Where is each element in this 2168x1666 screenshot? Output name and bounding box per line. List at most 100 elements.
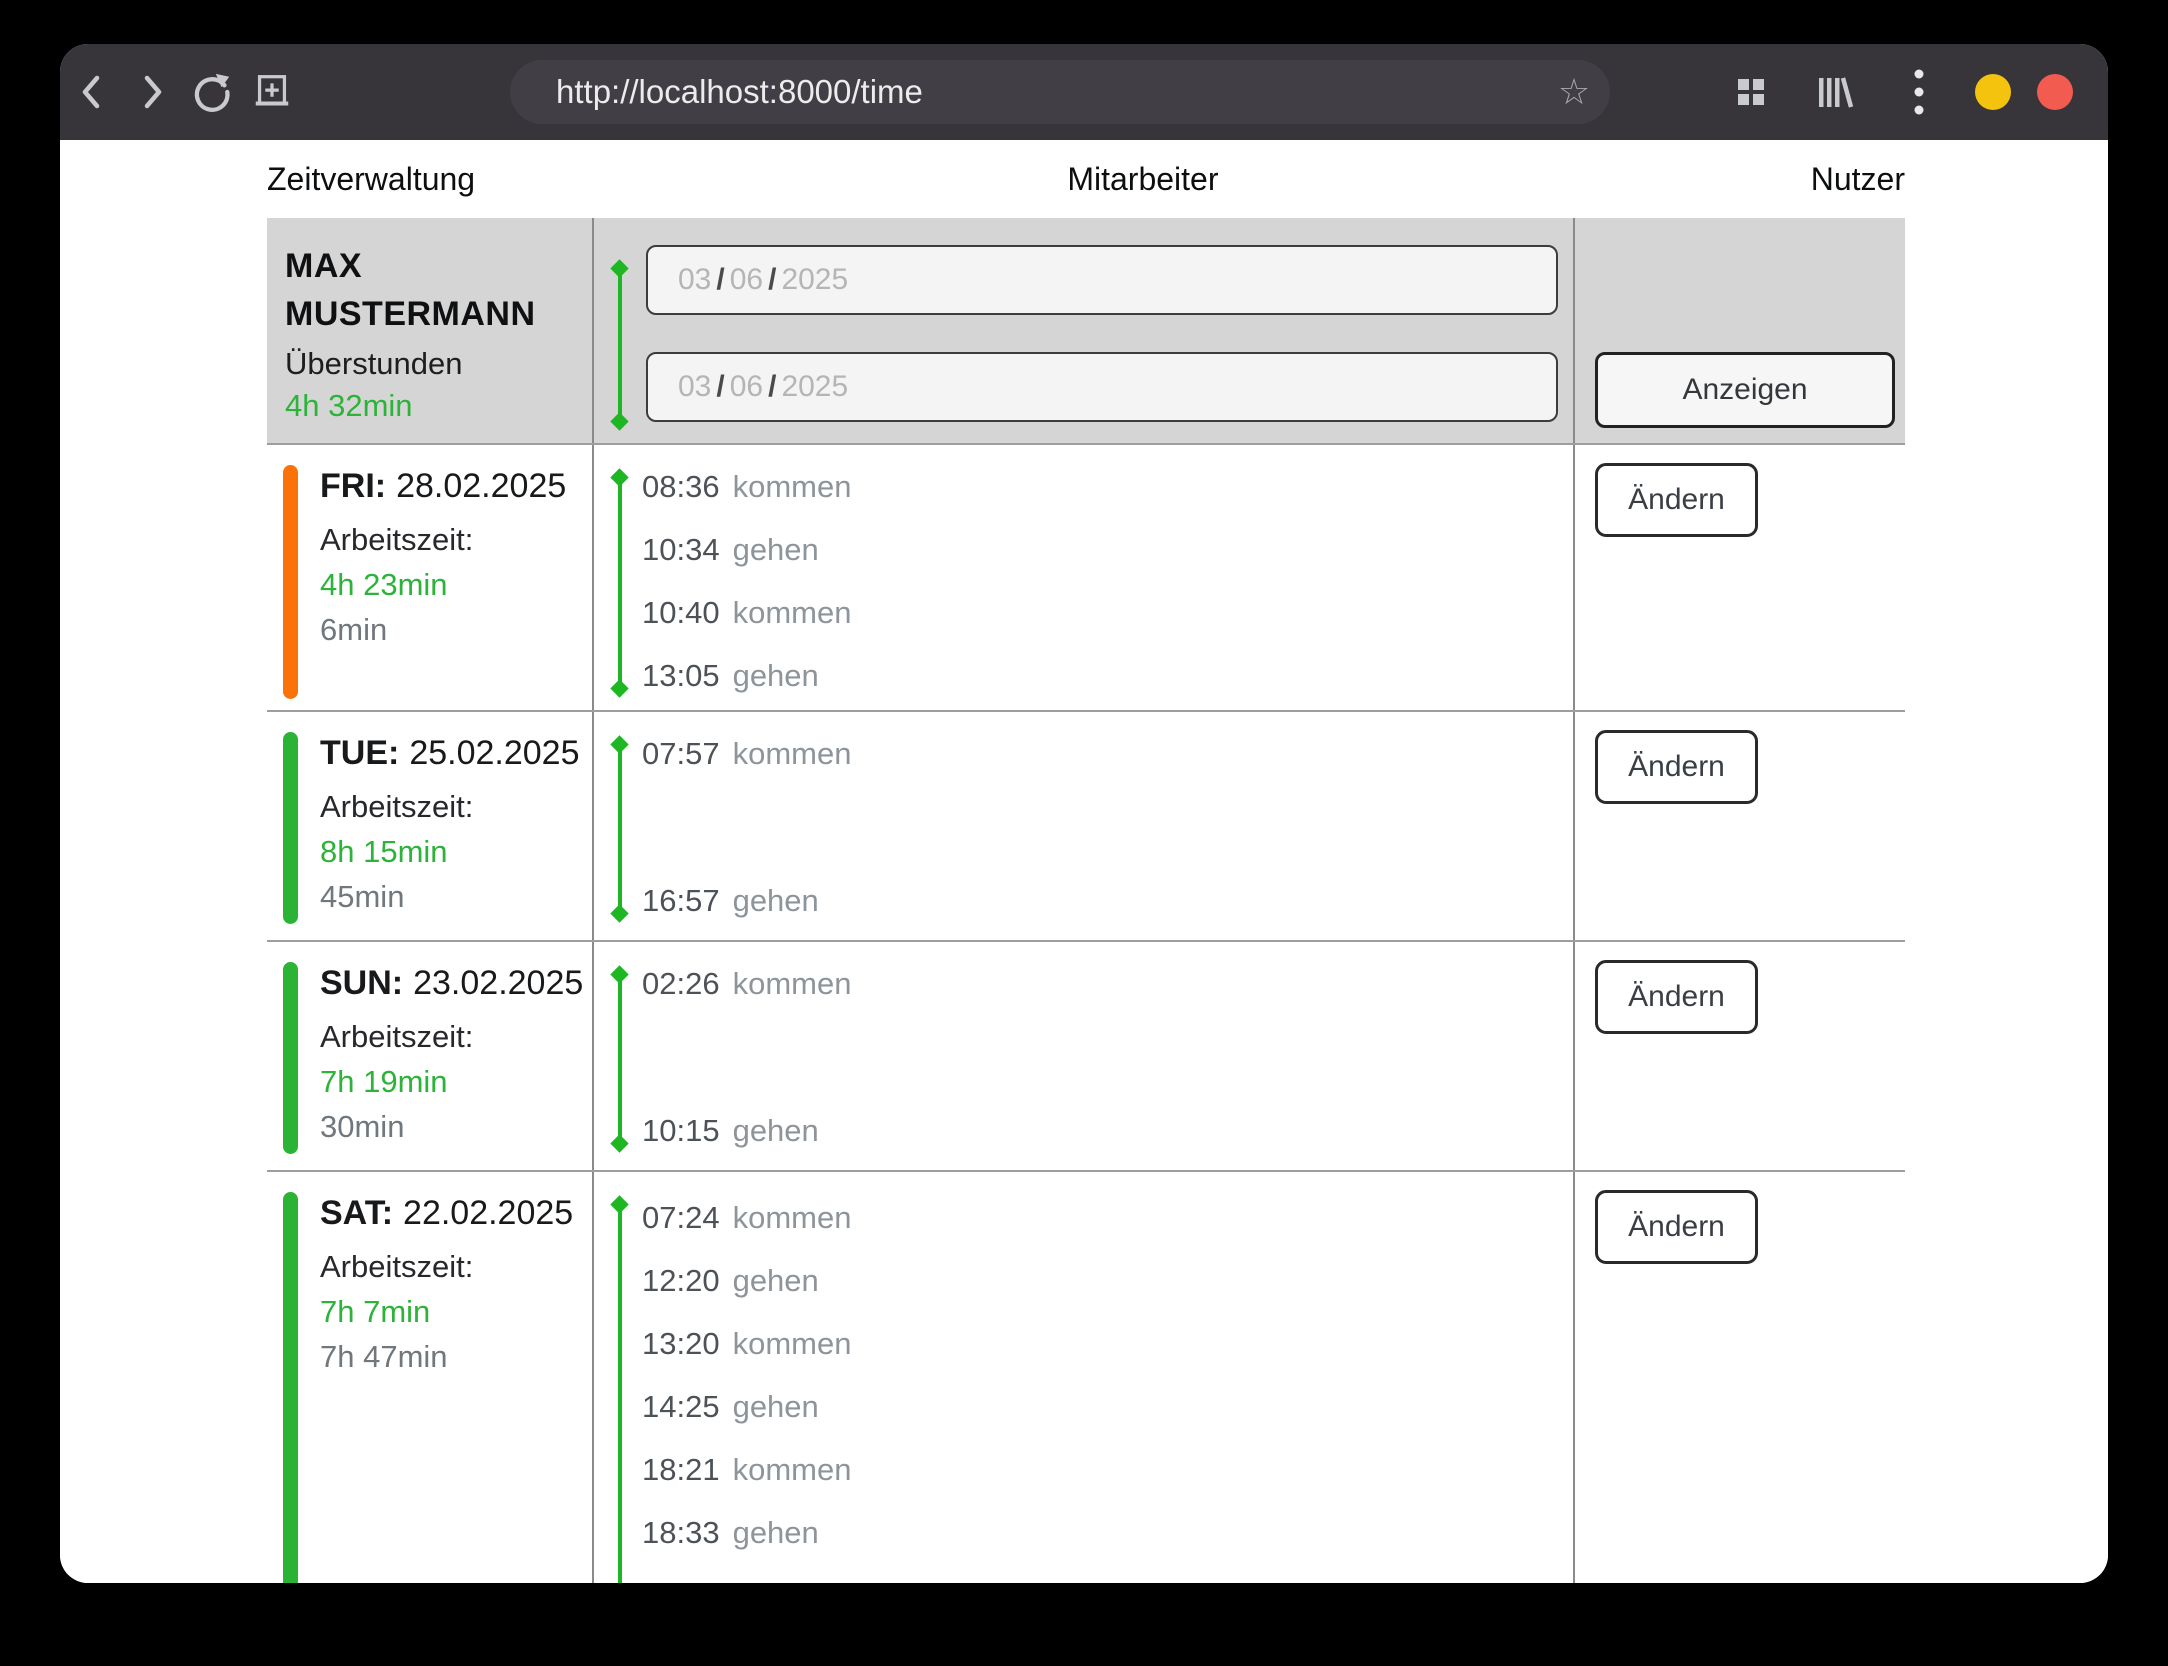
overtime-label: Überstunden <box>285 346 582 382</box>
worktime-value: 7h 19min <box>320 1064 586 1100</box>
date-separator: / <box>768 263 776 297</box>
day-title: SAT: 22.02.2025 <box>320 1194 586 1233</box>
entry-list: 07:57 kommen 16:57 gehen <box>594 712 1573 940</box>
url-bar[interactable]: http://localhost:8000/time ☆ <box>510 60 1610 124</box>
time-entry: 21:04 kommen <box>642 1564 1573 1583</box>
day-row: SAT:22.02.2025 Arbeitszeit: 7h 7min 7h 4… <box>267 1170 1905 1583</box>
back-chevron-icon <box>75 70 109 114</box>
day-action-cell: Ändern <box>1575 712 1905 940</box>
day-title: TUE:25.02.2025 <box>320 734 586 773</box>
day-entries-cell: 08:36 kommen 10:34 gehen 10:40 kommen 13… <box>592 445 1575 715</box>
worktime-value: 8h 15min <box>320 834 586 870</box>
day-timeline <box>613 738 627 920</box>
library-books-icon <box>1813 70 1857 114</box>
forward-button[interactable] <box>130 64 174 120</box>
worktime-value: 4h 23min <box>320 567 586 603</box>
entry-time: 21:04 <box>642 1578 720 1584</box>
time-entry: 13:20 kommen <box>642 1312 1573 1375</box>
entry-list: 08:36 kommen 10:34 gehen 10:40 kommen 13… <box>594 445 1573 715</box>
anzeigen-button[interactable]: Anzeigen <box>1595 352 1895 428</box>
entry-type: kommen <box>733 1326 852 1362</box>
day-row: TUE:25.02.2025 Arbeitszeit: 8h 15min 45m… <box>267 710 1905 940</box>
time-entry: 07:24 kommen <box>642 1186 1573 1249</box>
day-label: FRI: <box>320 467 386 505</box>
menu-button[interactable] <box>1897 64 1941 120</box>
reload-button[interactable] <box>190 64 234 120</box>
pause-value: 6min <box>320 612 586 648</box>
time-entry: 12:20 gehen <box>642 1249 1573 1312</box>
entry-type: kommen <box>733 595 852 631</box>
change-button[interactable]: Ändern <box>1595 960 1758 1034</box>
url-text[interactable]: http://localhost:8000/time <box>510 73 1552 111</box>
entry-time: 08:36 <box>642 469 720 505</box>
day-action-cell: Ändern <box>1575 445 1905 715</box>
entry-time: 02:26 <box>642 966 720 1002</box>
worktime-label: Arbeitszeit: <box>320 789 586 825</box>
time-entry: 18:33 gehen <box>642 1501 1573 1564</box>
entry-time: 18:21 <box>642 1452 720 1488</box>
reload-icon <box>190 69 234 115</box>
time-entry: 02:26 kommen <box>642 952 1573 1015</box>
entry-time: 07:24 <box>642 1200 720 1236</box>
date-filter-cell: 03 / 06 / 2025 03 / 06 / 2025 <box>592 218 1575 443</box>
entry-list: 07:24 kommen 12:20 gehen 13:20 kommen 14… <box>594 1172 1573 1583</box>
entry-time: 12:20 <box>642 1263 720 1299</box>
time-entry: 10:40 kommen <box>642 581 1573 644</box>
day-entries-cell: 07:57 kommen 16:57 gehen <box>592 712 1575 940</box>
new-tab-button[interactable] <box>250 64 294 120</box>
entry-type: kommen <box>733 1578 852 1584</box>
window-close-control[interactable] <box>2037 74 2073 110</box>
entry-type: gehen <box>733 1389 819 1425</box>
entry-time: 10:40 <box>642 595 720 631</box>
time-entry: 10:15 gehen <box>642 1099 1573 1162</box>
apps-grid-button[interactable] <box>1729 64 1773 120</box>
entry-time: 18:33 <box>642 1515 720 1551</box>
day-date: 23.02.2025 <box>413 964 583 1002</box>
kebab-menu-icon <box>1912 66 1926 118</box>
date-separator: / <box>768 370 776 404</box>
entry-type: kommen <box>733 736 852 772</box>
time-entry: 10:34 gehen <box>642 518 1573 581</box>
date-to-input[interactable]: 03 / 06 / 2025 <box>646 352 1558 422</box>
day-title: FRI: 28.02.2025 <box>320 467 586 506</box>
window-minimize-control[interactable] <box>1975 74 2011 110</box>
entry-time: 14:25 <box>642 1389 720 1425</box>
bookmark-star-icon[interactable]: ☆ <box>1552 71 1596 113</box>
entry-list: 02:26 kommen 10:15 gehen <box>594 942 1573 1170</box>
entry-time: 10:34 <box>642 532 720 568</box>
library-button[interactable] <box>1813 64 1857 120</box>
entry-time: 07:57 <box>642 736 720 772</box>
filter-action-cell: Anzeigen <box>1575 218 1905 443</box>
day-timeline <box>613 968 627 1150</box>
date-to-year: 2025 <box>781 370 848 404</box>
day-label: SAT: <box>320 1194 393 1232</box>
time-entry: 14:25 gehen <box>642 1375 1573 1438</box>
entry-time: 16:57 <box>642 883 720 919</box>
nav-nutzer[interactable]: Nutzer <box>1811 161 1905 198</box>
entry-type: kommen <box>733 1200 852 1236</box>
date-range-timeline <box>613 262 627 428</box>
nav-zeitverwaltung[interactable]: Zeitverwaltung <box>267 161 475 198</box>
date-from-input[interactable]: 03 / 06 / 2025 <box>646 245 1558 315</box>
date-to-month: 06 <box>730 370 763 404</box>
date-separator: / <box>716 263 724 297</box>
change-button[interactable]: Ändern <box>1595 1190 1758 1264</box>
entry-type: gehen <box>733 532 819 568</box>
day-label: TUE: <box>320 734 399 772</box>
nav-mitarbeiter[interactable]: Mitarbeiter <box>1067 161 1218 198</box>
change-button[interactable]: Ändern <box>1595 730 1758 804</box>
summary-row: MAX MUSTERMANN Überstunden 4h 32min 03 /… <box>267 218 1905 443</box>
date-from-month: 06 <box>730 263 763 297</box>
day-title: SUN:23.02.2025 <box>320 964 586 1003</box>
day-date: 28.02.2025 <box>396 467 566 505</box>
back-button[interactable] <box>70 64 114 120</box>
entry-type: kommen <box>733 469 852 505</box>
day-entries-cell: 07:24 kommen 12:20 gehen 13:20 kommen 14… <box>592 1172 1575 1583</box>
change-button[interactable]: Ändern <box>1595 463 1758 537</box>
day-status-bar <box>283 1192 298 1583</box>
grid-icon <box>1731 72 1771 112</box>
time-entry: 13:05 gehen <box>642 644 1573 707</box>
time-entry: 18:21 kommen <box>642 1438 1573 1501</box>
browser-window: http://localhost:8000/time ☆ <box>60 44 2108 1583</box>
day-date: 22.02.2025 <box>403 1194 573 1232</box>
